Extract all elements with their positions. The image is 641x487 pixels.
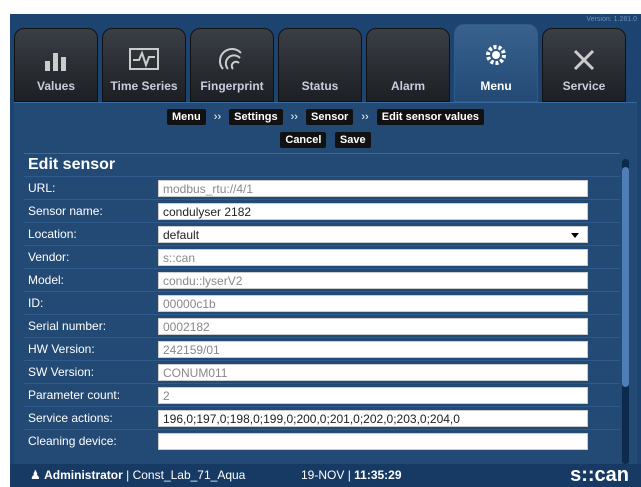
- breadcrumb: Menu ›› Settings ›› Sensor ›› Edit senso…: [14, 109, 637, 125]
- location-select[interactable]: default: [158, 225, 588, 243]
- tab-menu[interactable]: Menu: [454, 24, 538, 102]
- field-label: URL:: [28, 181, 56, 195]
- edit-sensor-panel: Edit sensor URL: modbus_rtu://4/1 Sensor …: [24, 153, 620, 465]
- status-bar: ♟ Administrator | Const_Lab_71_Aqua 19-N…: [10, 464, 641, 487]
- brand-logo: s::can: [570, 464, 629, 486]
- field-label: Service actions:: [28, 411, 113, 425]
- vendor-field: s::can: [158, 248, 588, 266]
- field-row-sw-version: SW Version: CONUM011: [24, 360, 620, 383]
- tab-label: Service: [562, 79, 606, 93]
- fingerprint-icon: [218, 47, 242, 70]
- field-label: Parameter count:: [28, 388, 121, 402]
- url-field: modbus_rtu://4/1: [158, 179, 588, 197]
- datetime: 19-NOV | 11:35:29: [301, 468, 402, 482]
- field-row-location: Location: default: [24, 222, 620, 245]
- serial-number-field: 0002182: [158, 317, 588, 335]
- tab-label: Values: [36, 79, 76, 93]
- tab-label: Menu: [480, 79, 512, 93]
- user-icon: ♟: [30, 468, 41, 482]
- tab-label: Status: [301, 79, 339, 93]
- field-label: Sensor name:: [28, 204, 103, 218]
- field-row-serial: Serial number: 0002182: [24, 314, 620, 337]
- id-field: 00000c1b: [158, 294, 588, 312]
- field-label: Location:: [28, 227, 77, 241]
- tab-status[interactable]: Status: [278, 28, 362, 102]
- cleaning-device-input[interactable]: [158, 432, 588, 450]
- field-row-model: Model: condu::lyserV2: [24, 268, 620, 291]
- field-row-url: URL: modbus_rtu://4/1: [24, 176, 620, 199]
- breadcrumb-menu[interactable]: Menu: [166, 109, 206, 125]
- field-label: ID:: [28, 296, 44, 310]
- field-row-hw-version: HW Version: 242159/01: [24, 337, 620, 360]
- breadcrumb-sensor[interactable]: Sensor: [306, 109, 354, 125]
- field-label: Cleaning device:: [28, 434, 117, 448]
- breadcrumb-settings[interactable]: Settings: [229, 109, 283, 125]
- status-icon: [303, 47, 337, 71]
- version-label: Version: 1.281.0: [586, 16, 637, 23]
- model-field: condu::lyserV2: [158, 271, 588, 289]
- waveform-icon: [129, 48, 159, 70]
- breadcrumb-current: Edit sensor values: [376, 109, 484, 125]
- user-name: Administrator: [44, 468, 123, 482]
- field-row-vendor: Vendor: s::can: [24, 245, 620, 268]
- date-label: 19-NOV: [301, 468, 345, 482]
- breadcrumb-separator: ››: [290, 111, 298, 123]
- user-info: ♟ Administrator | Const_Lab_71_Aqua: [30, 468, 246, 482]
- tab-label: Alarm: [390, 79, 425, 93]
- field-row-sensor-name: Sensor name: condulyser 2182: [24, 199, 620, 222]
- tab-alarm[interactable]: Alarm: [366, 28, 450, 102]
- tab-time-series[interactable]: Time Series: [102, 28, 186, 102]
- tab-fingerprint[interactable]: Fingerprint: [190, 28, 274, 102]
- panel-title: Edit sensor: [24, 153, 620, 176]
- tools-icon: [573, 49, 595, 71]
- alarm-icon: [391, 47, 425, 71]
- bar-chart-icon: [45, 53, 66, 71]
- tab-values[interactable]: Values: [14, 28, 98, 102]
- field-label: Vendor:: [28, 250, 70, 264]
- sensor-name-input[interactable]: condulyser 2182: [158, 202, 588, 220]
- save-button[interactable]: Save: [334, 132, 371, 148]
- gear-icon: [486, 45, 506, 65]
- breadcrumb-separator: ››: [213, 111, 222, 123]
- time-label: 11:35:29: [354, 468, 402, 482]
- app-frame: Version: 1.281.0 Values Time Series Fing…: [10, 14, 641, 487]
- field-row-parameter-count: Parameter count: 2: [24, 383, 620, 406]
- breadcrumb-separator: ››: [361, 111, 369, 123]
- main-tabs: Values Time Series Fingerprint Status Al…: [14, 24, 641, 102]
- location-name: Const_Lab_71_Aqua: [132, 468, 246, 482]
- sw-version-field: CONUM011: [158, 363, 588, 381]
- tab-label: Time Series: [110, 79, 178, 93]
- hw-version-field: 242159/01: [158, 340, 588, 358]
- field-label: HW Version:: [28, 342, 95, 356]
- content-area: Menu ›› Settings ›› Sensor ›› Edit senso…: [14, 102, 637, 465]
- vertical-scrollbar[interactable]: [622, 159, 629, 464]
- scrollbar-thumb[interactable]: [622, 167, 629, 387]
- field-row-service-actions: Service actions: 196,0;197,0;198,0;199,0;…: [24, 406, 620, 429]
- field-row-cleaning-device: Cleaning device:: [24, 429, 620, 452]
- field-label: SW Version:: [28, 365, 95, 379]
- action-bar: Cancel Save: [14, 130, 637, 148]
- cancel-button[interactable]: Cancel: [280, 132, 327, 148]
- service-actions-input[interactable]: 196,0;197,0;198,0;199,0;200,0;201,0;202,…: [158, 409, 588, 427]
- field-label: Serial number:: [28, 319, 107, 333]
- field-label: Model:: [28, 273, 65, 287]
- parameter-count-field: 2: [158, 386, 588, 404]
- tab-service[interactable]: Service: [542, 28, 626, 102]
- tab-label: Fingerprint: [200, 79, 264, 93]
- field-row-id: ID: 00000c1b: [24, 291, 620, 314]
